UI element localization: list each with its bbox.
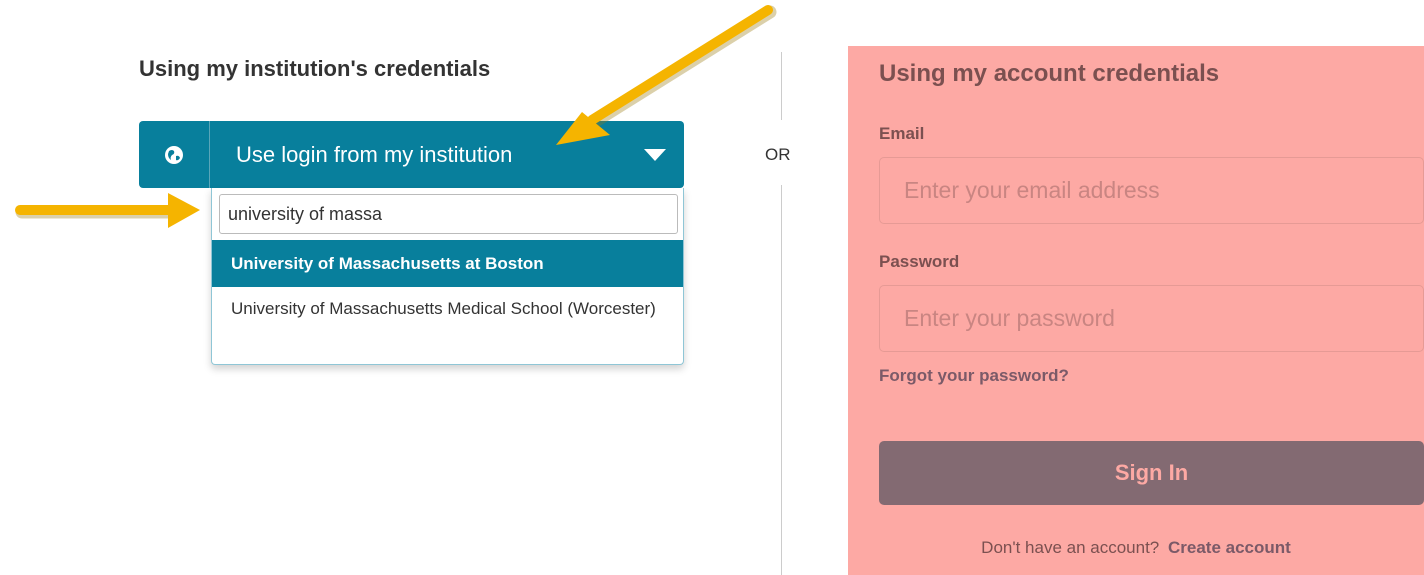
arrow-icon xyxy=(556,5,777,145)
annotation-arrows xyxy=(15,5,777,228)
arrow-icon xyxy=(15,193,200,228)
